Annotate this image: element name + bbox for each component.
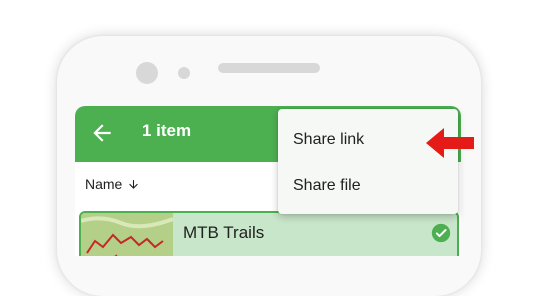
red-arrow-icon	[426, 128, 474, 158]
speaker-grille	[218, 63, 320, 73]
share-link-menu-item[interactable]: Share link	[293, 131, 364, 149]
item-name: MTB Trails	[183, 223, 265, 242]
camera-icon	[136, 62, 158, 84]
list-item[interactable]: MTB Trails	[79, 211, 459, 256]
sort-control[interactable]: Name	[85, 176, 140, 192]
check-circle-icon	[431, 223, 451, 243]
sort-label: Name	[85, 176, 123, 192]
sensor-icon	[178, 67, 190, 79]
share-menu: Share link Share file	[278, 109, 458, 214]
selection-count-title: 1 item	[142, 121, 192, 140]
share-file-menu-item[interactable]: Share file	[293, 177, 361, 195]
arrow-down-icon	[129, 179, 139, 189]
map-thumbnail	[81, 213, 173, 256]
arrow-left-icon[interactable]	[89, 120, 115, 146]
